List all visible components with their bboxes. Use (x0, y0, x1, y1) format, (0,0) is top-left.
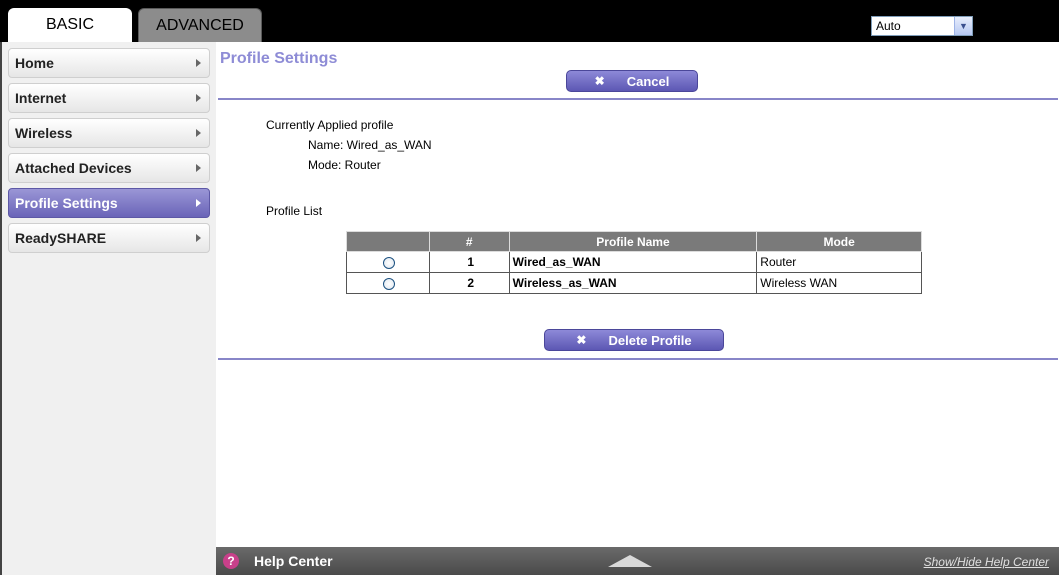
row-select-cell (346, 251, 430, 273)
close-icon: ✖ (576, 333, 587, 347)
row-mode: Router (756, 251, 922, 273)
row-profile-name: Wireless_as_WAN (508, 272, 758, 294)
table-row: 2 Wireless_as_WAN Wireless WAN (346, 272, 922, 294)
language-select[interactable]: Auto ▼ (871, 16, 973, 36)
chevron-right-icon (196, 199, 201, 207)
sidebar-item-label: Wireless (15, 125, 73, 141)
chevron-right-icon (196, 129, 201, 137)
divider (218, 98, 1058, 100)
sidebar-item-home[interactable]: Home (8, 48, 210, 78)
help-center-bar: ? Help Center Show/Hide Help Center (216, 547, 1059, 575)
table-header-num: # (428, 231, 510, 252)
table-header-select (346, 231, 430, 252)
sidebar-item-label: Attached Devices (15, 160, 132, 176)
sidebar: Home Internet Wireless Attached Devices … (0, 42, 216, 575)
table-header-name: Profile Name (508, 231, 758, 252)
chevron-down-icon[interactable]: ▼ (954, 17, 972, 35)
delete-profile-button-label: Delete Profile (608, 332, 692, 348)
applied-profile-name: Name: Wired_as_WAN (308, 138, 432, 152)
table-row: 1 Wired_as_WAN Router (346, 251, 922, 273)
sidebar-item-wireless[interactable]: Wireless (8, 118, 210, 148)
table-header-row: # Profile Name Mode (346, 231, 922, 252)
expand-arrow-icon[interactable] (608, 555, 652, 567)
sidebar-item-label: Internet (15, 90, 67, 106)
chevron-right-icon (196, 59, 201, 67)
row-select-cell (346, 272, 430, 294)
chevron-right-icon (196, 94, 201, 102)
close-icon: ✖ (594, 74, 605, 88)
divider (218, 358, 1058, 360)
help-center-label: Help Center (254, 553, 333, 569)
cancel-button-label: Cancel (626, 73, 670, 89)
help-icon[interactable]: ? (223, 553, 239, 569)
profile-list-heading: Profile List (266, 204, 323, 218)
row-mode: Wireless WAN (756, 272, 922, 294)
sidebar-item-profile-settings[interactable]: Profile Settings (8, 188, 210, 218)
cancel-button[interactable]: ✖ Cancel (566, 70, 698, 92)
language-select-value: Auto (876, 19, 901, 33)
delete-profile-button[interactable]: ✖ Delete Profile (544, 329, 724, 351)
table-header-mode: Mode (756, 231, 922, 252)
chevron-right-icon (196, 234, 201, 242)
profile-radio-2[interactable] (383, 277, 396, 290)
sidebar-item-label: Profile Settings (15, 195, 118, 211)
show-hide-help-center-link[interactable]: Show/Hide Help Center (924, 555, 1049, 569)
main-content: Profile Settings ✖ Cancel Currently Appl… (216, 42, 1059, 575)
sidebar-item-internet[interactable]: Internet (8, 83, 210, 113)
profile-list-table: # Profile Name Mode 1 Wired_as_WAN Route… (346, 231, 922, 294)
sidebar-item-readyshare[interactable]: ReadySHARE (8, 223, 210, 253)
tab-advanced[interactable]: ADVANCED (138, 8, 262, 42)
sidebar-item-attached-devices[interactable]: Attached Devices (8, 153, 210, 183)
top-bar: BASIC ADVANCED Auto ▼ (0, 0, 1059, 42)
tab-basic[interactable]: BASIC (8, 8, 132, 42)
row-num: 2 (428, 272, 510, 294)
profile-radio-1[interactable] (383, 256, 396, 269)
row-profile-name: Wired_as_WAN (508, 251, 758, 273)
sidebar-item-label: Home (15, 55, 54, 71)
page-title: Profile Settings (220, 50, 338, 67)
chevron-right-icon (196, 164, 201, 172)
row-num: 1 (428, 251, 510, 273)
sidebar-item-label: ReadySHARE (15, 230, 107, 246)
applied-profile-mode: Mode: Router (308, 158, 381, 172)
applied-profile-heading: Currently Applied profile (266, 118, 394, 132)
